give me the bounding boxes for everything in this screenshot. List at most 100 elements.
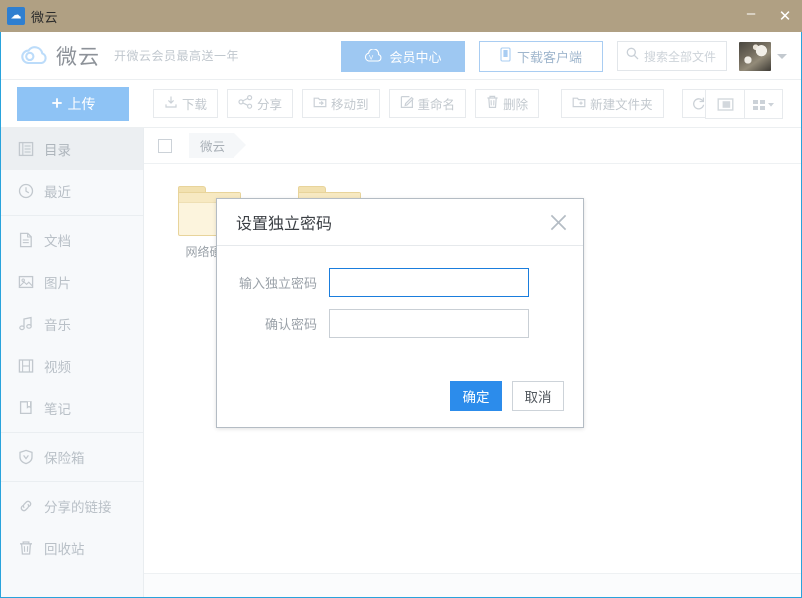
search-icon [626,47,639,65]
window-title: 微云 [31,7,58,26]
download-client-label: 下载客户端 [517,47,582,66]
breadcrumb-root[interactable]: 微云 [189,133,234,158]
brand: 微云 开微云会员最高送一年 [19,41,239,71]
sidebar-item-safe[interactable]: 保险箱 [1,436,143,478]
set-password-dialog: 设置独立密码 输入独立密码 确认密码 [216,198,584,428]
sidebar-item-shared-links[interactable]: 分享的链接 [1,485,143,527]
sidebar-item-label: 视频 [44,356,71,376]
sidebar-item-label: 文档 [44,230,71,250]
password-input[interactable] [329,268,529,297]
status-bar [144,573,801,597]
note-icon [17,400,34,417]
rename-icon [400,95,414,112]
sidebar-item-note[interactable]: 笔记 [1,387,143,429]
document-icon [17,232,34,249]
breadcrumb: 微云 [144,128,801,164]
list-view-icon [717,97,734,112]
list-view-button[interactable] [706,90,744,118]
grid-view-button[interactable] [744,90,782,118]
search-placeholder: 搜索全部文件 [644,48,716,65]
download-icon [164,95,178,112]
select-all-checkbox[interactable] [158,139,172,153]
delete-label: 删除 [503,94,528,113]
video-icon [17,358,34,375]
delete-button[interactable]: 删除 [475,89,539,118]
grid-view-icon [752,97,776,112]
sidebar-item-label: 笔记 [44,398,71,418]
view-mode-group [705,89,783,119]
window-controls: – ✕ [734,0,802,32]
upload-button[interactable]: 上传 [17,87,129,121]
confirm-password-field-row: 确认密码 [217,309,583,338]
sidebar-item-recycle-bin[interactable]: 回收站 [1,527,143,569]
share-button[interactable]: 分享 [227,89,293,118]
sidebar-item-video[interactable]: 视频 [1,345,143,387]
new-folder-label: 新建文件夹 [590,94,653,113]
image-icon [17,274,34,291]
sidebar-item-label: 保险箱 [44,447,85,467]
new-folder-icon [572,95,586,112]
shield-icon [17,449,34,466]
brand-name: 微云 [56,41,100,71]
sidebar-item-document[interactable]: 文档 [1,219,143,261]
cloud-icon: ☁ [7,7,25,25]
vip-center-button[interactable]: V 会员中心 [341,41,465,72]
minimize-button[interactable]: – [734,0,768,32]
microcloud-app-window: ☁ 微云 – ✕ 微云 开微云会员最高送一年 [0,0,802,598]
confirm-password-label: 确认密码 [217,314,329,333]
cancel-button[interactable]: 取消 [512,381,564,411]
main-toolbar: 上传 下载 [1,80,801,128]
sidebar-divider [1,215,143,216]
window-title-bar: ☁ 微云 – ✕ [0,0,802,32]
brand-slogan: 开微云会员最高送一年 [114,47,239,64]
user-menu[interactable] [739,42,787,71]
sidebar-item-label: 分享的链接 [44,496,112,516]
confirm-password-input[interactable] [329,309,529,338]
confirm-button[interactable]: 确定 [450,381,502,411]
clock-icon [17,183,34,200]
dialog-title: 设置独立密码 [236,210,332,234]
chevron-down-icon[interactable] [777,54,787,59]
sidebar-item-catalog[interactable]: 目录 [1,128,143,170]
download-button[interactable]: 下载 [153,89,218,118]
rename-button[interactable]: 重命名 [389,89,467,118]
dialog-body: 输入独立密码 确认密码 [217,246,583,338]
dialog-header: 设置独立密码 [217,199,583,246]
sidebar: 目录 最近 [1,128,144,597]
vip-center-label: 会员中心 [389,47,441,66]
refresh-icon [691,96,706,111]
move-to-label: 移动到 [331,94,369,113]
new-folder-button[interactable]: 新建文件夹 [561,89,664,118]
sidebar-item-music[interactable]: 音乐 [1,303,143,345]
sidebar-divider [1,481,143,482]
svg-text:V: V [369,54,374,61]
search-input[interactable]: 搜索全部文件 [617,41,727,71]
link-icon [17,498,34,515]
sidebar-item-label: 图片 [44,272,71,292]
rename-label: 重命名 [418,94,456,113]
sidebar-item-label: 目录 [44,139,71,159]
sidebar-item-recent[interactable]: 最近 [1,170,143,212]
cloud-glyph: ☁ [11,11,22,22]
sidebar-item-image[interactable]: 图片 [1,261,143,303]
toolbar-actions: 下载 分享 [153,89,716,118]
music-icon [17,316,34,333]
recycle-bin-icon [17,540,34,557]
download-client-button[interactable]: 下载客户端 [479,41,603,72]
avatar[interactable] [739,42,771,71]
move-to-button[interactable]: 移动到 [302,89,380,118]
catalog-icon [17,141,34,158]
sidebar-divider [1,432,143,433]
sidebar-item-label: 最近 [44,181,71,201]
close-button[interactable]: ✕ [768,0,802,32]
header-actions: V 会员中心 下载客户端 [341,32,801,80]
download-label: 下载 [182,94,207,113]
sidebar-item-label: 回收站 [44,538,85,558]
app-header: 微云 开微云会员最高送一年 V 会员中心 [1,32,801,80]
vip-cloud-icon: V [364,49,383,63]
dialog-actions: 确定 取消 [450,381,564,411]
share-icon [238,95,253,112]
close-icon[interactable] [546,210,570,234]
plus-icon [51,96,63,112]
weiyun-logo-icon [19,44,49,68]
